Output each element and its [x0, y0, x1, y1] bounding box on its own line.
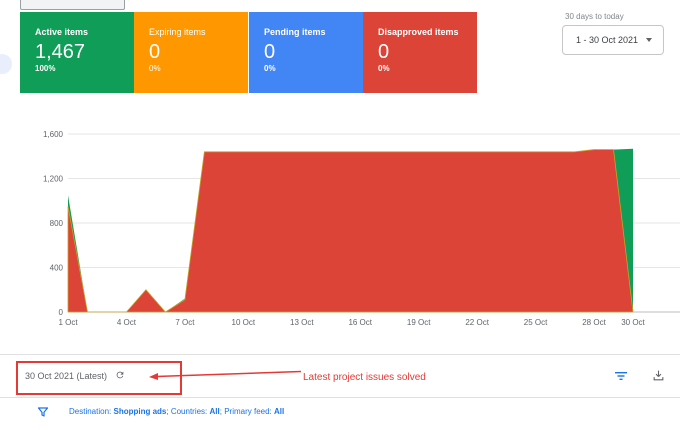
destination-label: Destination: — [69, 407, 112, 416]
card-title: Pending items — [264, 27, 326, 37]
x-tick-label: 22 Oct — [465, 318, 489, 327]
card-value: 0 — [378, 41, 390, 63]
x-tick-label: 25 Oct — [524, 318, 548, 327]
countries-value: All — [209, 407, 220, 416]
pending-items-card[interactable]: Pending items 0 0% — [249, 12, 363, 93]
x-tick-label: 16 Oct — [348, 318, 372, 327]
destination-value: Shopping ads — [113, 407, 167, 416]
filter-summary[interactable]: Destination: Shopping ads; Countries: Al… — [69, 407, 284, 416]
x-tick-label: 4 Oct — [117, 318, 137, 327]
x-tick-label: 13 Oct — [290, 318, 314, 327]
x-axis-labels: 1 Oct 4 Oct 7 Oct 10 Oct 13 Oct 16 Oct 19 Oct 2… — [58, 318, 645, 327]
download-icon[interactable] — [652, 369, 665, 382]
decorative-dot — [0, 54, 12, 74]
x-tick-label: 28 Oct — [582, 318, 606, 327]
x-tick-label: 19 Oct — [407, 318, 431, 327]
primary-feed-label: ; Primary feed: — [219, 407, 272, 416]
disapproved-items-card[interactable]: Disapproved items 0 0% — [363, 12, 477, 93]
card-percent: 0% — [378, 64, 390, 73]
card-percent: 100% — [35, 64, 56, 73]
card-percent: 0% — [149, 64, 161, 73]
y-tick-label: 0 — [59, 308, 64, 317]
y-tick-label: 400 — [50, 264, 64, 273]
card-title: Expiring items — [149, 27, 206, 37]
series-area-1 — [67, 149, 634, 313]
annotation-text: Latest project issues solved — [303, 372, 426, 383]
x-tick-label: 10 Oct — [232, 318, 256, 327]
filter-list-icon[interactable] — [614, 370, 628, 382]
annotation-arrow-icon — [149, 370, 302, 380]
card-value: 0 — [264, 41, 276, 63]
card-percent: 0% — [264, 64, 276, 73]
dropdown-arrow-icon — [646, 38, 652, 42]
x-tick-label: 30 Oct — [621, 318, 645, 327]
card-title: Active items — [35, 27, 89, 37]
date-range-select[interactable]: 1 - 30 Oct 2021 — [562, 25, 664, 55]
funnel-icon[interactable] — [37, 406, 49, 418]
items-area-chart: 04008001,2001,600 1 Oct 4 Oct 7 Oct 10 Oct 1… — [43, 130, 680, 327]
date-range-value: 1 - 30 Oct 2021 — [576, 35, 639, 45]
active-items-card[interactable]: Active items 1,467 100% — [20, 12, 134, 93]
date-range-caption: 30 days to today — [565, 12, 624, 21]
card-value: 0 — [149, 41, 161, 63]
card-title: Disapproved items — [378, 27, 459, 37]
y-tick-label: 1,600 — [43, 130, 64, 139]
x-tick-label: 7 Oct — [175, 318, 195, 327]
y-tick-label: 800 — [50, 219, 64, 228]
x-tick-label: 1 Oct — [58, 318, 78, 327]
expiring-items-card[interactable]: Expiring items 0 0% — [134, 12, 248, 93]
primary-feed-value: All — [274, 407, 285, 416]
y-tick-label: 1,200 — [43, 175, 64, 184]
divider — [0, 354, 680, 355]
chart-series — [67, 148, 634, 313]
y-axis-labels: 0 400 800 1,200 1,600 — [43, 130, 64, 317]
top-tab[interactable] — [20, 0, 125, 10]
countries-label: ; Countries: — [166, 407, 208, 416]
card-value: 1,467 — [35, 41, 86, 63]
